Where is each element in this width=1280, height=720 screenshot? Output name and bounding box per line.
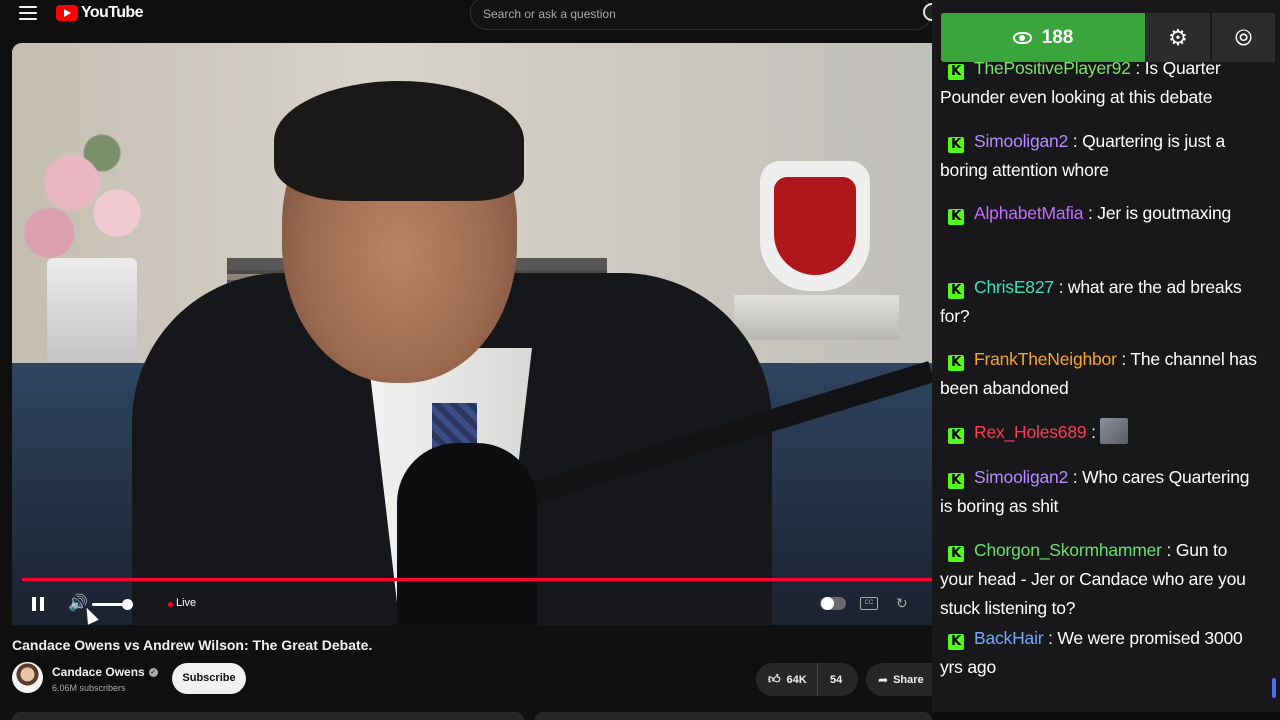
- chat-username[interactable]: ChrisE827: [974, 277, 1054, 297]
- chat-message[interactable]: K Chorgon_Skormhammer : Gun to your head …: [940, 536, 1258, 623]
- recommendation-card-edge: [535, 712, 932, 720]
- progress-bar[interactable]: [22, 578, 932, 581]
- chat-message[interactable]: K BackHair : We were promised 3000 yrs ag…: [940, 624, 1258, 682]
- gear-icon: ⚙: [1168, 24, 1188, 50]
- live-label[interactable]: Live: [176, 597, 196, 609]
- dislike-count: 54: [830, 673, 843, 686]
- compass-icon: ⦾: [1234, 24, 1253, 50]
- chat-username[interactable]: Chorgon_Skormhammer: [974, 540, 1162, 560]
- youtube-play-logo-icon: [56, 5, 78, 21]
- pause-icon[interactable]: [31, 597, 45, 611]
- emote-icon: [1100, 418, 1129, 444]
- search-input[interactable]: Search or ask a question: [470, 0, 933, 30]
- viewer-count-badge: 188: [941, 13, 1145, 62]
- video-frame-shield-logo: [760, 161, 870, 291]
- like-dislike-group: 👍︎ 64K 54: [756, 663, 858, 696]
- video-frame-hair: [274, 81, 524, 201]
- chat-username[interactable]: FrankTheNeighbor: [974, 349, 1117, 369]
- subscribe-button[interactable]: Subscribe: [172, 663, 246, 694]
- subscriber-count: 6.06M subscribers: [52, 683, 126, 693]
- chat-panel: 188 ⚙ ⦾ K ThePositivePlayer92 : Is Quarte…: [932, 0, 1280, 720]
- chat-message[interactable]: K Simooligan2 : Who cares Quartering is b…: [940, 463, 1258, 521]
- share-arrow-icon: ➦: [878, 672, 889, 687]
- chat-username[interactable]: BackHair: [974, 628, 1044, 648]
- chat-separator: :: [1161, 540, 1176, 560]
- channel-avatar[interactable]: [12, 662, 43, 693]
- volume-slider-handle[interactable]: [122, 599, 133, 610]
- video-frame-vase: [47, 258, 137, 378]
- share-button[interactable]: ➦ Share: [866, 663, 932, 696]
- kick-badge-icon: K: [948, 473, 964, 489]
- chat-scrollbar[interactable]: [1272, 678, 1276, 698]
- chat-message[interactable]: K AlphabetMafia : Jer is goutmaxing: [940, 199, 1258, 228]
- video-player[interactable]: 🔊 Live CC ↻: [12, 43, 932, 625]
- kick-badge-icon: K: [948, 355, 964, 371]
- chat-username[interactable]: Simooligan2: [974, 131, 1068, 151]
- like-count: 64K: [786, 673, 807, 686]
- share-label: Share: [893, 673, 924, 686]
- chat-separator: :: [1086, 422, 1101, 442]
- verified-check-icon: ✓: [148, 667, 158, 677]
- chat-separator: :: [1083, 203, 1098, 223]
- kick-badge-icon: K: [948, 64, 964, 80]
- chat-separator: :: [1043, 628, 1058, 648]
- chat-popout-button[interactable]: ⦾: [1211, 13, 1275, 62]
- chat-separator: :: [1068, 131, 1083, 151]
- top-bar: YouTube Search or ask a question: [0, 0, 933, 30]
- search-placeholder: Search or ask a question: [483, 7, 616, 21]
- live-indicator-dot: [168, 602, 173, 607]
- chat-message-list[interactable]: K ThePositivePlayer92 : Is Quarter Pounde…: [940, 62, 1270, 717]
- chat-message[interactable]: K Simooligan2 : Quartering is just a bori…: [940, 127, 1258, 185]
- chat-message-text: Jer is goutmaxing: [1097, 203, 1232, 223]
- captions-icon[interactable]: CC: [860, 597, 878, 610]
- youtube-logo[interactable]: YouTube: [56, 4, 143, 22]
- chat-message[interactable]: K ChrisE827 : what are the ad breaks for?: [940, 273, 1258, 331]
- chat-username[interactable]: Rex_Holes689: [974, 422, 1087, 442]
- dislike-button[interactable]: 54: [818, 674, 842, 686]
- channel-name[interactable]: Candace Owens: [52, 665, 145, 679]
- chat-separator: :: [1116, 349, 1131, 369]
- video-frame-microphone: [397, 443, 537, 625]
- chat-separator: :: [1068, 467, 1083, 487]
- channel-name-row[interactable]: Candace Owens ✓: [52, 665, 158, 679]
- kick-badge-icon: K: [948, 137, 964, 153]
- kick-badge-icon: K: [948, 546, 964, 562]
- chat-username[interactable]: Simooligan2: [974, 467, 1068, 487]
- logo-text: YouTube: [81, 4, 143, 21]
- kick-badge-icon: K: [948, 428, 964, 444]
- like-button[interactable]: 👍︎ 64K: [756, 663, 818, 696]
- hamburger-menu-icon[interactable]: [19, 6, 37, 20]
- chat-separator: :: [1130, 62, 1145, 78]
- thumbs-up-icon: 👍︎: [768, 672, 781, 686]
- kick-badge-icon: K: [948, 283, 964, 299]
- chat-username[interactable]: ThePositivePlayer92: [974, 62, 1131, 78]
- recommendation-card-edge: [12, 712, 524, 720]
- video-title: Candace Owens vs Andrew Wilson: The Grea…: [12, 637, 373, 653]
- loop-icon[interactable]: ↻: [896, 596, 912, 610]
- chat-separator: :: [1053, 277, 1068, 297]
- chat-message[interactable]: K Rex_Holes689 :: [940, 418, 1258, 447]
- video-frame-plinth: [734, 295, 899, 340]
- autoplay-toggle-icon[interactable]: [820, 597, 846, 610]
- chat-input-edge: [932, 712, 1280, 720]
- eye-icon: [1012, 31, 1032, 44]
- kick-badge-icon: K: [948, 634, 964, 650]
- chat-message[interactable]: K ThePositivePlayer92 : Is Quarter Pounde…: [940, 62, 1258, 112]
- chat-username[interactable]: AlphabetMafia: [974, 203, 1083, 223]
- chat-message[interactable]: K FrankTheNeighbor : The channel has been…: [940, 345, 1258, 403]
- viewer-count: 188: [1041, 26, 1074, 48]
- chat-settings-button[interactable]: ⚙: [1146, 13, 1210, 62]
- kick-badge-icon: K: [948, 209, 964, 225]
